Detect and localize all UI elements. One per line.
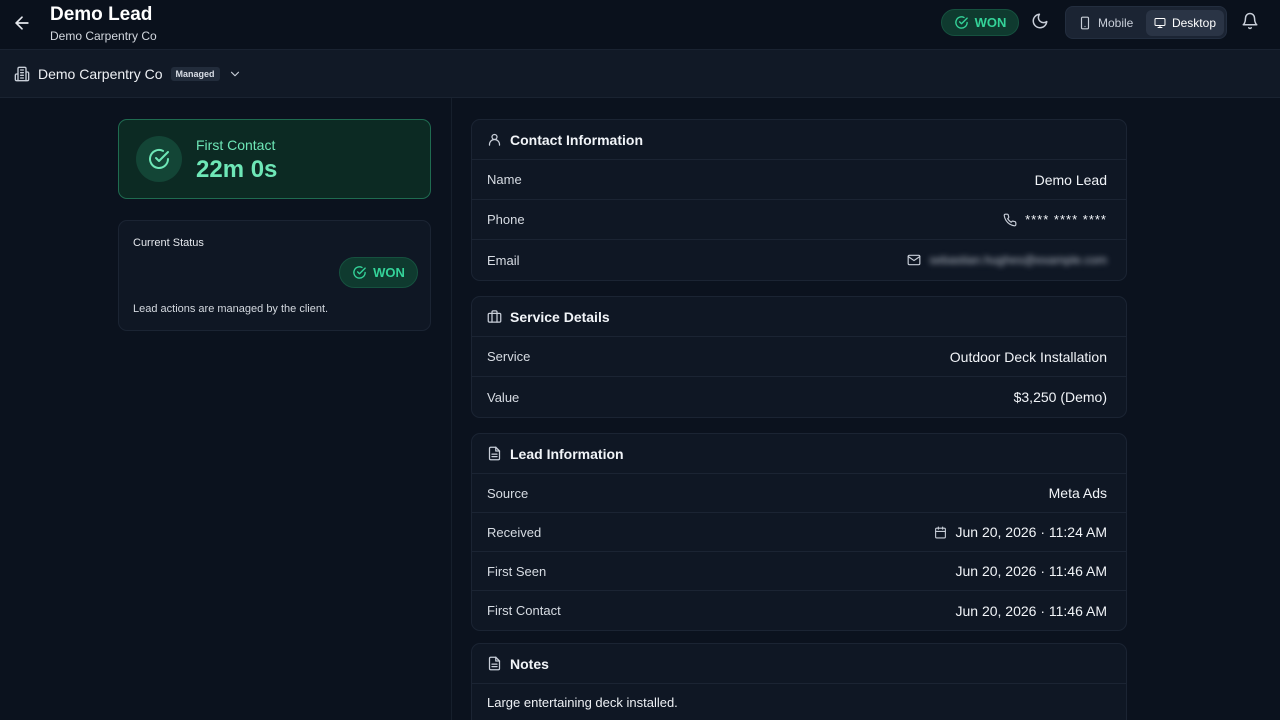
managed-badge: Managed [170,67,220,81]
lead-information-card: Lead Information Source Meta Ads Receive… [471,433,1127,631]
detail-row: Received Jun 20, 2026 · 11:24 AM [472,513,1126,552]
briefcase-icon [487,310,502,323]
first-contact-icon-wrap [136,136,182,182]
row-label: Name [487,172,522,187]
service-value: Outdoor Deck Installation [949,348,1107,365]
arrow-left-icon [15,16,29,30]
theme-toggle-button[interactable] [1031,12,1051,32]
phone-value[interactable]: **** **** **** [1003,212,1107,227]
detail-row: Phone **** **** **** [472,200,1126,240]
notes-text: Large entertaining deck installed. [487,694,678,710]
user-icon [488,133,501,146]
detail-row: Value $3,250 (Demo) [472,377,1126,417]
notes-card: Notes Large entertaining deck installed. [471,643,1127,720]
view-desktop-label: Desktop [1171,16,1216,30]
chevron-down-icon [230,71,239,77]
column-divider [451,98,452,720]
check-circle-icon [149,148,169,169]
page-title: Demo Lead [50,4,153,25]
received-date: Jun 20, 2026 · 11:24 AM [955,524,1107,540]
back-button[interactable] [12,13,32,33]
bell-icon [1242,12,1258,30]
received-value: Jun 20, 2026 · 11:24 AM [934,524,1107,540]
view-desktop-button[interactable]: Desktop [1146,10,1224,36]
view-mobile-label: Mobile [1098,16,1134,30]
notifications-button[interactable] [1241,12,1261,32]
card-title: Contact Information [510,131,643,148]
page-subtitle: Demo Carpentry Co [50,29,157,43]
detail-row: First Seen Jun 20, 2026 · 11:46 AM [472,552,1126,591]
check-circle-icon [353,266,366,279]
first-contact-value: 22m 0s [196,156,278,183]
company-selector[interactable]: Demo Carpentry Co Managed [14,64,242,84]
calendar-icon [935,526,947,538]
row-label: Phone [487,212,525,227]
current-status-card: Current Status WON Lead actions are mana… [118,220,431,331]
smartphone-icon [1080,16,1090,30]
detail-row: Source Meta Ads [472,474,1126,513]
email-address: sebastian.hughes@example.com [929,253,1107,267]
card-header: Notes [472,644,1126,684]
row-label: First Contact [487,603,561,618]
file-text-icon [488,656,501,671]
status-badge-label: WON [373,265,405,280]
row-label: Value [487,389,520,405]
contact-information-card: Contact Information Name Demo Lead Phone… [471,119,1127,281]
detail-row: Name Demo Lead [472,160,1126,200]
view-toggle: Mobile Desktop [1065,6,1227,39]
card-header: Contact Information [472,120,1126,160]
current-status-label: Current Status [133,237,204,249]
detail-row: First Contact Jun 20, 2026 · 11:46 AM [472,591,1126,630]
status-badge: WON [339,257,418,288]
building-icon [14,66,30,82]
detail-row: Service Outdoor Deck Installation [472,337,1126,377]
email-value[interactable]: sebastian.hughes@example.com [907,253,1107,267]
status-badge: WON [941,9,1019,36]
status-badge-label: WON [974,15,1007,30]
card-header: Lead Information [472,434,1126,474]
monitor-icon [1154,18,1166,28]
phone-icon [1003,213,1017,226]
first-contact-card: First Contact 22m 0s [118,119,431,199]
moon-icon [1032,13,1048,29]
view-mobile-button[interactable]: Mobile [1070,10,1144,36]
row-label: First Seen [487,563,547,579]
company-name: Demo Carpentry Co [38,66,163,82]
file-text-icon [488,446,501,461]
deal-value: $3,250 (Demo) [1013,389,1107,405]
first-seen-value: Jun 20, 2026 · 11:46 AM [955,563,1107,579]
contact-name-value: Demo Lead [1034,171,1107,188]
first-contact-date-value: Jun 20, 2026 · 11:46 AM [955,602,1107,619]
detail-row: Email sebastian.hughes@example.com [472,240,1126,280]
row-label: Source [487,485,529,501]
check-circle-icon [954,16,968,29]
first-contact-label: First Contact [196,137,276,153]
card-title: Notes [510,655,549,672]
status-note: Lead actions are managed by the client. [133,303,329,315]
card-title: Lead Information [510,445,624,462]
phone-number: **** **** **** [1025,212,1107,227]
row-label: Email [487,252,520,268]
company-bar: Demo Carpentry Co Managed [0,50,1280,98]
row-label: Received [487,524,542,540]
mail-icon [907,254,921,266]
card-title: Service Details [510,308,610,325]
card-header: Service Details [472,297,1126,337]
service-details-card: Service Details Service Outdoor Deck Ins… [471,296,1127,418]
source-value: Meta Ads [1048,485,1107,501]
row-label: Service [487,349,531,364]
top-bar: Demo Lead Demo Carpentry Co WON Mobile D… [0,0,1280,50]
